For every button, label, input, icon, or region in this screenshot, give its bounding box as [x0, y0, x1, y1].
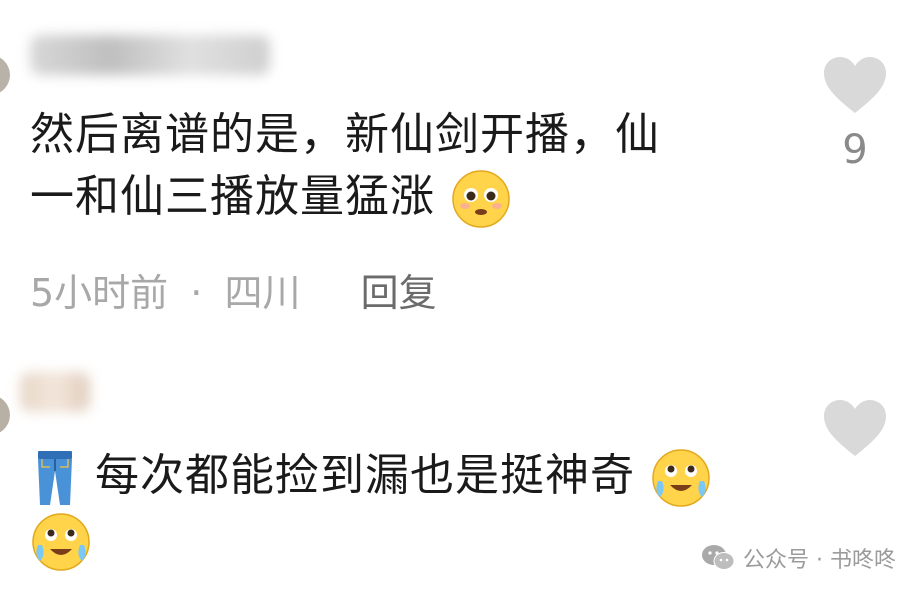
comment-meta: 5小时前 · 四川 回复 [30, 262, 437, 317]
reply-button[interactable]: 回复 [361, 271, 437, 315]
avatar[interactable] [0, 395, 10, 435]
meta-separator: · [190, 271, 203, 315]
comment-text-line: 一和仙三播放量猛涨 [30, 166, 750, 230]
username-blurred[interactable] [30, 35, 270, 75]
comment-location: 四川 [224, 271, 301, 315]
watermark: 公众号 · 书咚咚 [701, 542, 896, 574]
heart-icon [824, 400, 886, 456]
laughing-tears-face-icon [32, 513, 90, 571]
comment-time: 5小时前 [30, 271, 169, 315]
jeans-icon [38, 451, 72, 505]
comment-text-line: 每次都能捡到漏也是挺神奇 [30, 445, 890, 509]
username-blurred[interactable] [20, 372, 90, 412]
comment-text-fragment: 每次都能捡到漏也是挺神奇 [95, 450, 635, 501]
laughing-tears-face-icon [652, 449, 710, 507]
comment-feed: 然后离谱的是，新仙剑开播，仙 一和仙三播放量猛涨 5小时前 · 四川 回复 9 [0, 0, 924, 592]
pleading-face-icon [452, 170, 510, 228]
like-button[interactable]: 9 [820, 55, 890, 173]
comment-text-line: 然后离谱的是，新仙剑开播，仙 [30, 109, 660, 160]
watermark-text: 公众号 · 书咚咚 [743, 548, 896, 573]
like-button[interactable] [820, 398, 890, 462]
like-count: 9 [842, 127, 868, 173]
comment-text-fragment: 一和仙三播放量猛涨 [30, 171, 435, 222]
comment-body: 然后离谱的是，新仙剑开播，仙 一和仙三播放量猛涨 [30, 104, 750, 230]
heart-icon [824, 57, 886, 113]
wechat-icon [702, 545, 735, 570]
avatar[interactable] [0, 55, 10, 95]
